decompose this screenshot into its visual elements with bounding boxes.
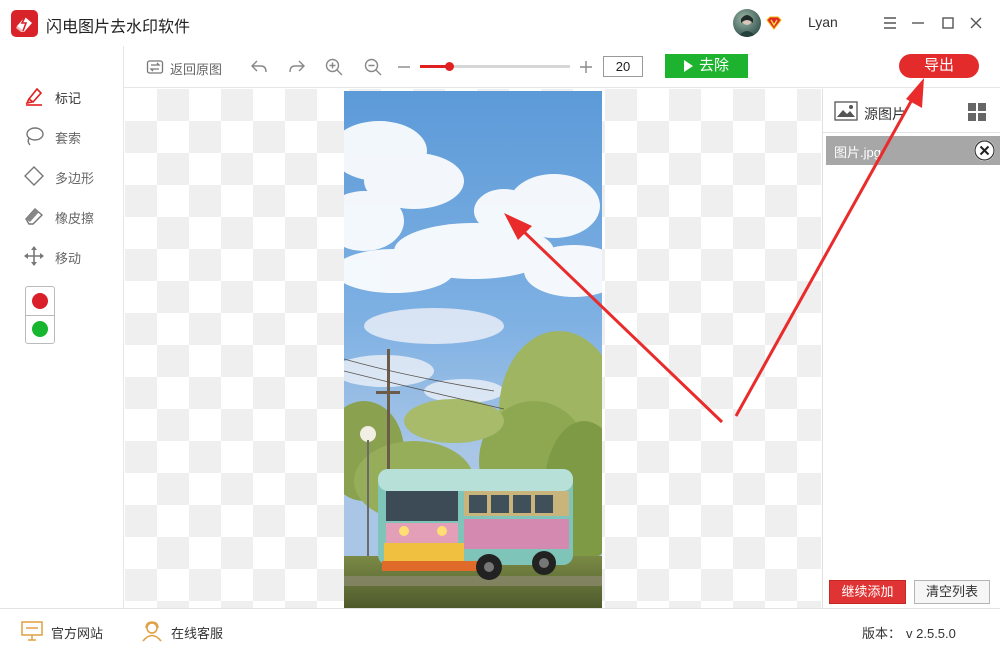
undo-icon[interactable]: [249, 57, 269, 77]
remove-watermark-button[interactable]: 去除: [665, 54, 748, 78]
tool-lasso[interactable]: 套索: [22, 124, 118, 148]
tool-label: 多边形: [55, 171, 95, 186]
tool-eraser[interactable]: 橡皮擦: [22, 204, 118, 228]
editing-photo[interactable]: [344, 91, 602, 608]
website-label: 官方网站: [51, 626, 104, 641]
app-title: 闪电图片去水印软件: [46, 19, 191, 36]
source-image-header: 源图片: [823, 89, 1000, 133]
zoom-in-icon[interactable]: [324, 57, 344, 77]
tool-marker[interactable]: 标记: [22, 84, 118, 108]
play-icon: [684, 60, 693, 72]
file-list-item[interactable]: 图片.jpg: [826, 136, 1000, 165]
app-logo-icon: [11, 10, 38, 37]
minimize-icon[interactable]: [908, 13, 928, 33]
user-avatar[interactable]: [733, 9, 761, 37]
continue-add-button[interactable]: 继续添加: [829, 580, 906, 604]
version-label: 版本：: [862, 626, 902, 641]
customer-service-icon: [140, 620, 164, 645]
tool-sidebar: 标记 套索 多边形 橡皮擦 移动: [0, 46, 124, 608]
image-icon: [834, 101, 858, 124]
redo-icon[interactable]: [287, 57, 307, 77]
green-color-swatch[interactable]: [32, 321, 48, 337]
remove-label: 去除: [699, 57, 730, 74]
tool-polygon[interactable]: 多边形: [22, 164, 118, 188]
editor-toolbar: 返回原图 20 去除 导出: [124, 46, 1000, 88]
version-info: 版本： v 2.5.5.0: [862, 623, 956, 642]
red-color-swatch[interactable]: [32, 293, 48, 309]
remove-file-icon[interactable]: [974, 140, 995, 161]
file-name: 图片.jpg: [834, 145, 881, 160]
hamburger-menu-icon[interactable]: [880, 13, 900, 33]
clear-list-button[interactable]: 清空列表: [914, 580, 990, 604]
brush-size-input[interactable]: 20: [603, 56, 643, 77]
zoom-out-icon[interactable]: [363, 57, 383, 77]
color-divider: [26, 315, 54, 316]
move-arrows-icon: [22, 244, 46, 268]
eraser-icon: [22, 204, 46, 228]
restore-icon: [146, 58, 164, 79]
restore-label: 返回原图: [170, 62, 223, 77]
close-icon[interactable]: [966, 13, 986, 33]
export-button[interactable]: 导出: [899, 54, 979, 78]
tool-move[interactable]: 移动: [22, 244, 118, 268]
vip-badge-icon[interactable]: [766, 16, 782, 33]
brush-increase-icon[interactable]: [576, 57, 596, 77]
maximize-icon[interactable]: [938, 13, 958, 33]
user-name[interactable]: Lyan: [808, 14, 838, 30]
monitor-icon: [20, 620, 44, 645]
color-picker: [25, 286, 55, 344]
source-image-label: 源图片: [864, 106, 906, 122]
grid-view-icon[interactable]: [967, 102, 987, 122]
brush-size-knob[interactable]: [444, 62, 454, 71]
status-bar: 官方网站 在线客服 版本： v 2.5.5.0: [0, 608, 1000, 650]
brush-decrease-icon[interactable]: [394, 57, 414, 77]
marker-pen-icon: [22, 84, 46, 108]
lasso-icon: [22, 124, 46, 148]
tool-label: 套索: [55, 131, 82, 146]
tool-label: 标记: [55, 91, 82, 106]
title-bar: 闪电图片去水印软件 Lyan: [0, 0, 1000, 46]
version-number: v 2.5.5.0: [906, 626, 956, 641]
polygon-icon: [22, 164, 46, 188]
image-canvas[interactable]: [125, 89, 821, 608]
source-image-panel: 源图片 图片.jpg 继续添加 清空列表: [822, 89, 1000, 608]
service-label: 在线客服: [171, 626, 224, 641]
tool-label: 橡皮擦: [55, 211, 95, 226]
tool-label: 移动: [55, 251, 82, 266]
brush-size-slider[interactable]: [420, 62, 570, 71]
